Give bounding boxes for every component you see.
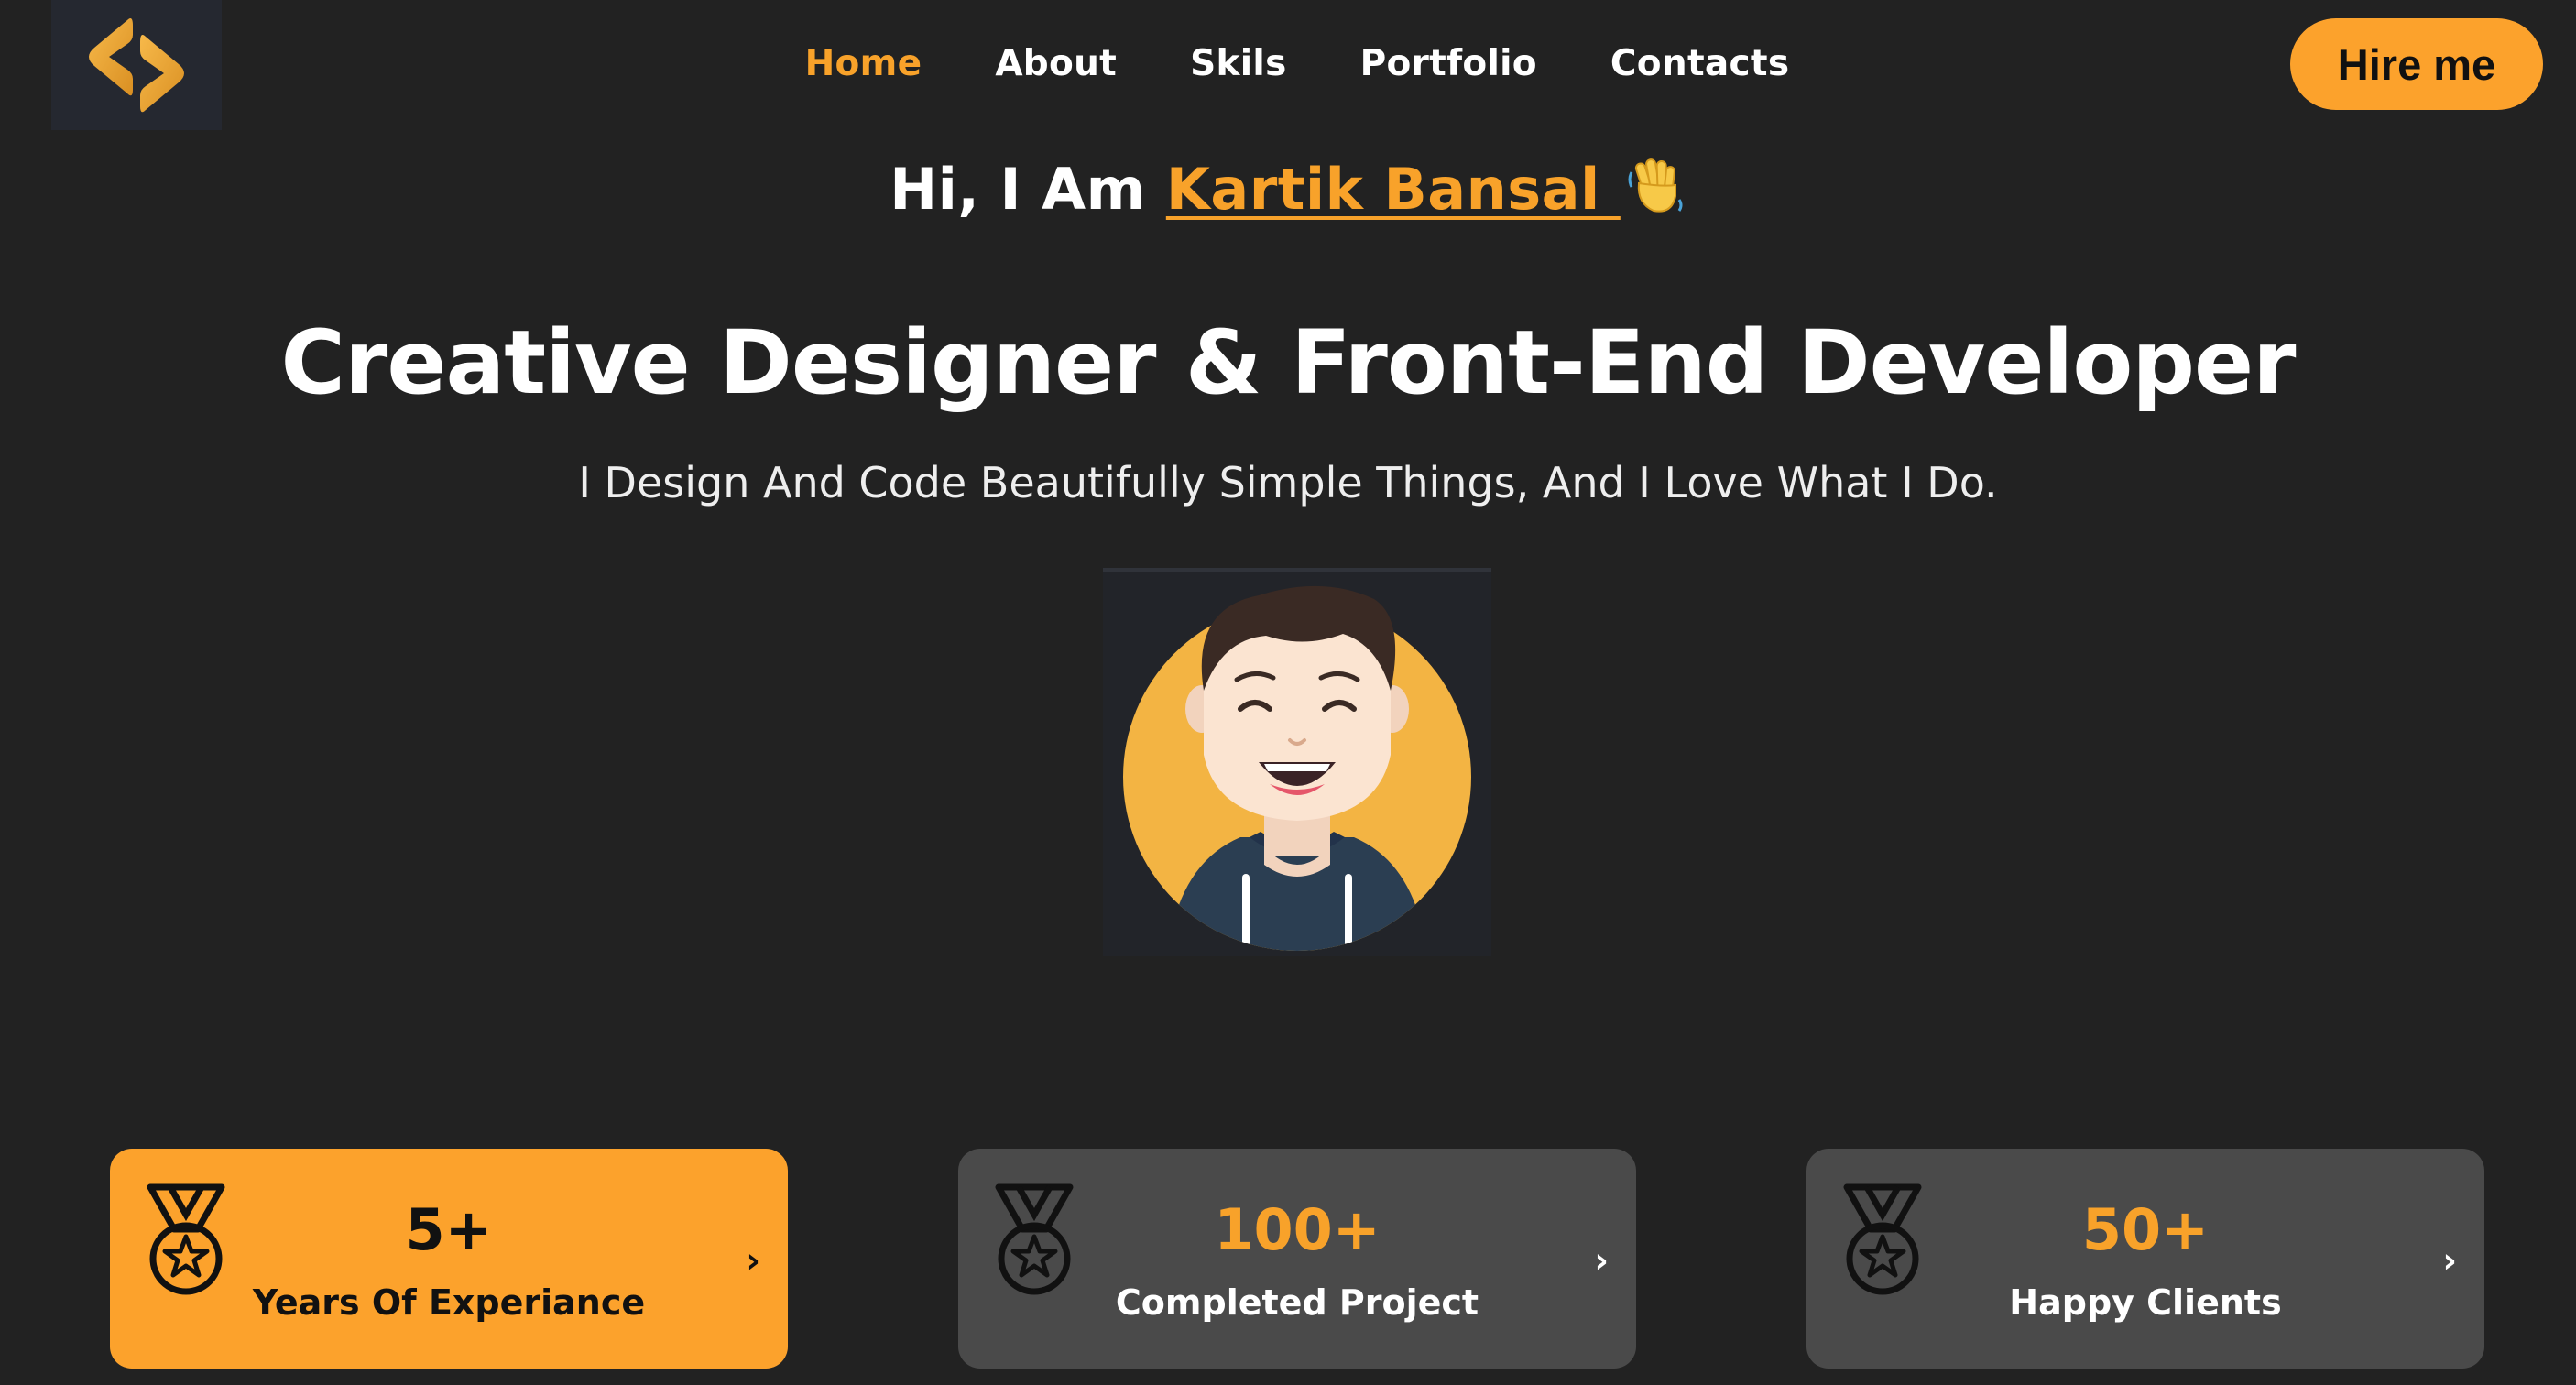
stat-card-experience[interactable]: 5+ Years Of Experiance ›: [110, 1149, 788, 1369]
stat-label: Happy Clients: [2009, 1282, 2282, 1323]
nav-item-skills[interactable]: Skils: [1190, 37, 1286, 92]
main-nav: Home About Skils Portfolio Contacts: [0, 37, 2576, 92]
waving-hand-icon: [1626, 156, 1686, 230]
chevron-right-icon: ›: [2442, 1240, 2457, 1281]
chevron-right-icon: ›: [746, 1240, 760, 1281]
avatar-illustration: [1123, 585, 1471, 951]
stat-card-clients[interactable]: 50+ Happy Clients ›: [1806, 1149, 2484, 1369]
nav-item-portfolio[interactable]: Portfolio: [1360, 37, 1537, 92]
stat-label: Completed Project: [1115, 1282, 1479, 1323]
code-brackets-icon: [89, 18, 184, 113]
nav-item-about[interactable]: About: [995, 37, 1117, 92]
greeting: Hi, I Am Kartik Bansal: [0, 156, 2576, 230]
hire-me-button[interactable]: Hire me: [2290, 18, 2543, 110]
stat-card-projects[interactable]: 100+ Completed Project ›: [958, 1149, 1636, 1369]
tagline: I Design And Code Beautifully Simple Thi…: [578, 458, 1998, 507]
stat-value: 50+: [2081, 1196, 2210, 1263]
avatar: [1103, 568, 1491, 956]
stat-value: 100+: [1214, 1196, 1381, 1263]
nav-item-home[interactable]: Home: [805, 37, 922, 92]
headline: Creative Designer & Front-End Developer: [280, 311, 2297, 414]
stat-value: 5+: [405, 1196, 493, 1263]
chevron-right-icon: ›: [1594, 1240, 1609, 1281]
stat-label: Years Of Experiance: [252, 1282, 646, 1323]
name-link[interactable]: Kartik Bansal: [1166, 156, 1621, 223]
logo[interactable]: [51, 0, 222, 130]
greeting-prefix: Hi, I Am: [890, 156, 1166, 223]
nav-item-contacts[interactable]: Contacts: [1610, 37, 1790, 92]
portfolio-page: Home About Skils Portfolio Contacts Hire…: [0, 0, 2576, 1385]
